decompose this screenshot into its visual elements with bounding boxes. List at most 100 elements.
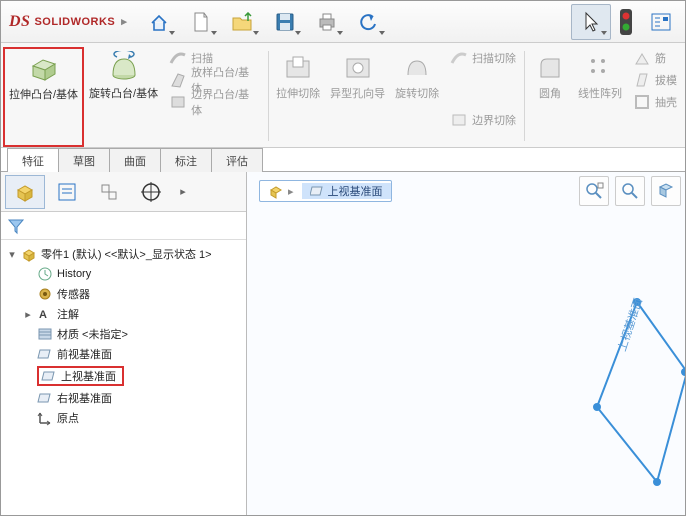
app-logo: DS SOLIDWORKS ▸ [5,13,137,31]
extrude-icon [27,52,61,86]
plane-icon [37,346,53,362]
hole-icon [341,51,375,85]
extrude-label: 拉伸凸台/基体 [9,89,78,102]
part-icon [13,180,37,204]
hole-wizard-button[interactable]: 异型孔向导 [325,47,390,147]
draft-icon [633,71,651,89]
collapse-icon[interactable]: ▾ [7,248,17,261]
print-button[interactable] [307,4,347,40]
print-icon [316,11,338,33]
extrude-boss-button[interactable]: 拉伸凸台/基体 [3,47,84,147]
cut-boundary-button[interactable]: 边界切除 [446,109,520,131]
plane-icon [37,390,53,406]
rib-icon [633,49,651,67]
cut-extrude-icon [281,51,315,85]
feature-tree: ▾ 零件1 (默认) <<默认>_显示状态 1> History 传感器 ▸A注… [1,240,246,515]
pattern-icon [583,51,617,85]
feature-tree-tab[interactable] [5,175,45,209]
material-icon [37,326,53,342]
tree-front-plane[interactable]: 前视基准面 [3,344,244,364]
chevron-right-icon: ▸ [180,185,186,198]
save-icon [274,11,296,33]
cut-revolve-button[interactable]: 旋转切除 [390,47,444,147]
revolve-boss-button[interactable]: 旋转凸台/基体 [84,47,163,147]
ribbon: 拉伸凸台/基体 旋转凸台/基体 扫描 放样凸台/基体 边界凸台/基体 拉伸切除 … [1,43,685,148]
config-icon [97,180,121,204]
boundary-button[interactable]: 边界凸台/基体 [165,91,264,113]
expand-icon[interactable]: ▸ [23,308,33,321]
workspace: ▸ ▾ 零件1 (默认) <<默认>_显示状态 1> History 传感器 ▸… [1,172,685,515]
plane-render: 上视基准面 [247,172,685,515]
boundary-icon [169,93,187,111]
history-icon [37,266,53,282]
property-manager-tab[interactable] [47,175,87,209]
select-cursor-button[interactable] [571,4,611,40]
linear-pattern-button[interactable]: 线性阵列 [573,47,627,147]
tree-origin[interactable]: 原点 [3,408,244,428]
tree-right-plane[interactable]: 右视基准面 [3,388,244,408]
save-button[interactable] [265,4,305,40]
new-file-icon [191,11,211,33]
filter-bar [1,212,246,240]
plane-label-text: 上视基准面 [615,296,645,353]
traffic-light-icon [619,8,633,36]
fillet-button[interactable]: 圆角 [527,47,573,147]
brand-chevron-icon: ▸ [121,15,127,28]
property-icon [55,180,79,204]
revolve-label: 旋转凸台/基体 [89,88,158,101]
annotation-icon: A [37,306,53,322]
revolve-icon [107,51,141,85]
funnel-icon[interactable] [7,217,25,235]
panel-overflow[interactable]: ▸ [173,175,193,209]
plane-icon [41,368,57,384]
fillet-icon [533,51,567,85]
open-folder-icon [231,12,255,32]
shell-icon [633,93,651,111]
tab-evaluate[interactable]: 评估 [211,148,263,172]
home-icon [148,11,170,33]
graphics-viewport[interactable]: ▸ 上视基准面 上视基准面 [247,172,685,515]
home-button[interactable] [139,4,179,40]
cut-sweep-icon [450,49,468,67]
cut-sweep-button[interactable]: 扫描切除 [446,47,520,69]
cursor-icon [582,11,600,33]
tree-material[interactable]: 材质 <未指定> [3,324,244,344]
options-panel-button[interactable] [641,4,681,40]
undo-button[interactable] [349,4,389,40]
tab-surface[interactable]: 曲面 [109,148,161,172]
tree-annotations[interactable]: ▸A注解 [3,304,244,324]
rib-button[interactable]: 筋 [629,47,681,69]
ds-logo-icon: DS [9,13,30,31]
loft-icon [169,71,187,89]
new-button[interactable] [181,4,221,40]
part-icon [21,246,37,262]
sweep-icon [169,49,187,67]
tree-sensors[interactable]: 传感器 [3,284,244,304]
tree-history[interactable]: History [3,264,244,284]
cut-boundary-icon [450,111,468,129]
list-panel-icon [650,11,672,33]
title-bar: DS SOLIDWORKS ▸ [1,1,685,43]
origin-icon [37,410,53,426]
cut-revolve-icon [400,51,434,85]
command-tabs: 特征 草图 曲面 标注 评估 [1,148,685,172]
cut-extrude-button[interactable]: 拉伸切除 [271,47,325,147]
panel-tabs: ▸ [1,172,246,212]
draft-button[interactable]: 拔模 [629,69,681,91]
dimxpert-manager-tab[interactable] [131,175,171,209]
shell-button[interactable]: 抽壳 [629,91,681,113]
tree-root[interactable]: ▾ 零件1 (默认) <<默认>_显示状态 1> [3,244,244,264]
brand-text: SOLIDWORKS [34,16,115,28]
feature-manager-panel: ▸ ▾ 零件1 (默认) <<默认>_显示状态 1> History 传感器 ▸… [1,172,247,515]
undo-icon [359,12,379,32]
sensor-icon [37,286,53,302]
traffic-light-button[interactable] [613,4,639,40]
tab-sketch[interactable]: 草图 [58,148,110,172]
target-icon [139,180,163,204]
tab-features[interactable]: 特征 [7,148,59,172]
svg-text:A: A [39,309,47,321]
tree-top-plane[interactable]: 上视基准面 [3,364,244,388]
open-button[interactable] [223,4,263,40]
tab-dimxpert[interactable]: 标注 [160,148,212,172]
config-manager-tab[interactable] [89,175,129,209]
